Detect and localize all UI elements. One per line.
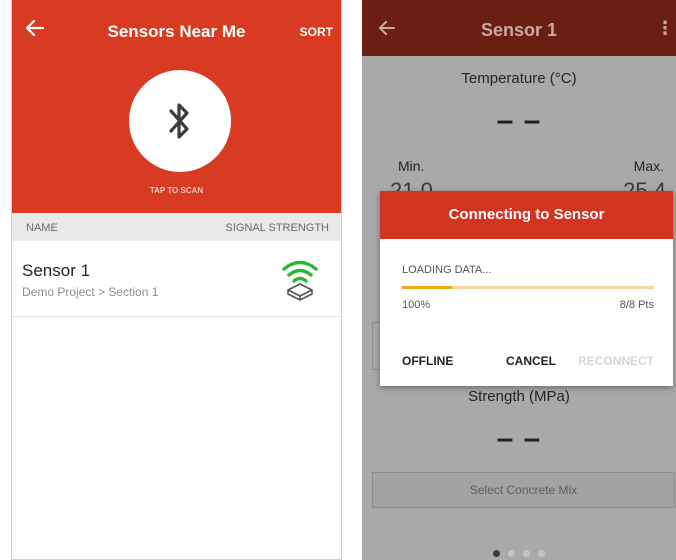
page-title: Sensor 1 <box>480 20 558 40</box>
sensor-detail-screen: Sensor 1 ⋮ Temperature (°C) – – Min. Max… <box>362 0 676 560</box>
page-title: Sensors Near Me <box>107 22 246 41</box>
temperature-label: Temperature (°C) <box>461 70 577 87</box>
offline-button[interactable]: OFFLINE <box>402 354 453 368</box>
page-indicator <box>362 544 676 560</box>
overflow-menu-icon[interactable]: ⋮ <box>656 18 674 39</box>
scan-button[interactable] <box>129 70 231 172</box>
progress-percent: 100% <box>402 299 431 311</box>
page-dot[interactable] <box>493 550 500 557</box>
sensors-near-me-screen: Sensors Near Me SORT TAP TO SCAN NAME SI… <box>11 0 342 560</box>
connecting-dialog: Connecting to Sensor LOADING DATA... 100… <box>380 191 673 386</box>
strength-label: Strength (MPa) <box>468 388 570 405</box>
min-label: Min. <box>398 158 425 174</box>
tap-to-scan-label: TAP TO SCAN <box>149 186 204 195</box>
page-dot[interactable] <box>538 550 545 557</box>
dialog-title: Connecting to Sensor <box>380 191 673 239</box>
bluetooth-icon <box>169 103 189 139</box>
sensor-name: Sensor 1 <box>22 261 91 280</box>
sensor-list-item[interactable]: Sensor 1 Demo Project > Section 1 <box>12 241 341 317</box>
column-name[interactable]: NAME <box>26 222 58 234</box>
loading-status: LOADING DATA... <box>402 264 492 276</box>
reconnect-button[interactable]: RECONNECT <box>578 354 654 368</box>
page-dot[interactable] <box>523 550 530 557</box>
progress-points: 8/8 Pts <box>619 299 654 311</box>
temperature-value: – – <box>496 104 542 137</box>
sort-button[interactable]: SORT <box>300 25 333 39</box>
sensor-header: Sensor 1 ⋮ <box>362 0 676 56</box>
sensor-project-path: Demo Project > Section 1 <box>22 285 159 299</box>
select-concrete-mix-button[interactable]: Select Concrete Mix <box>372 472 675 508</box>
cancel-button[interactable]: CANCEL <box>506 354 556 368</box>
strength-value: – – <box>496 422 542 455</box>
scan-header: Sensors Near Me SORT TAP TO SCAN <box>12 0 341 213</box>
wifi-signal-sensor-icon <box>282 260 318 301</box>
page-dot[interactable] <box>508 550 515 557</box>
column-header: NAME SIGNAL STRENGTH <box>12 213 341 241</box>
max-label: Max. <box>633 158 664 174</box>
progress-fill <box>402 286 453 289</box>
progress-bar <box>402 286 654 289</box>
column-signal-strength[interactable]: SIGNAL STRENGTH <box>226 222 330 234</box>
